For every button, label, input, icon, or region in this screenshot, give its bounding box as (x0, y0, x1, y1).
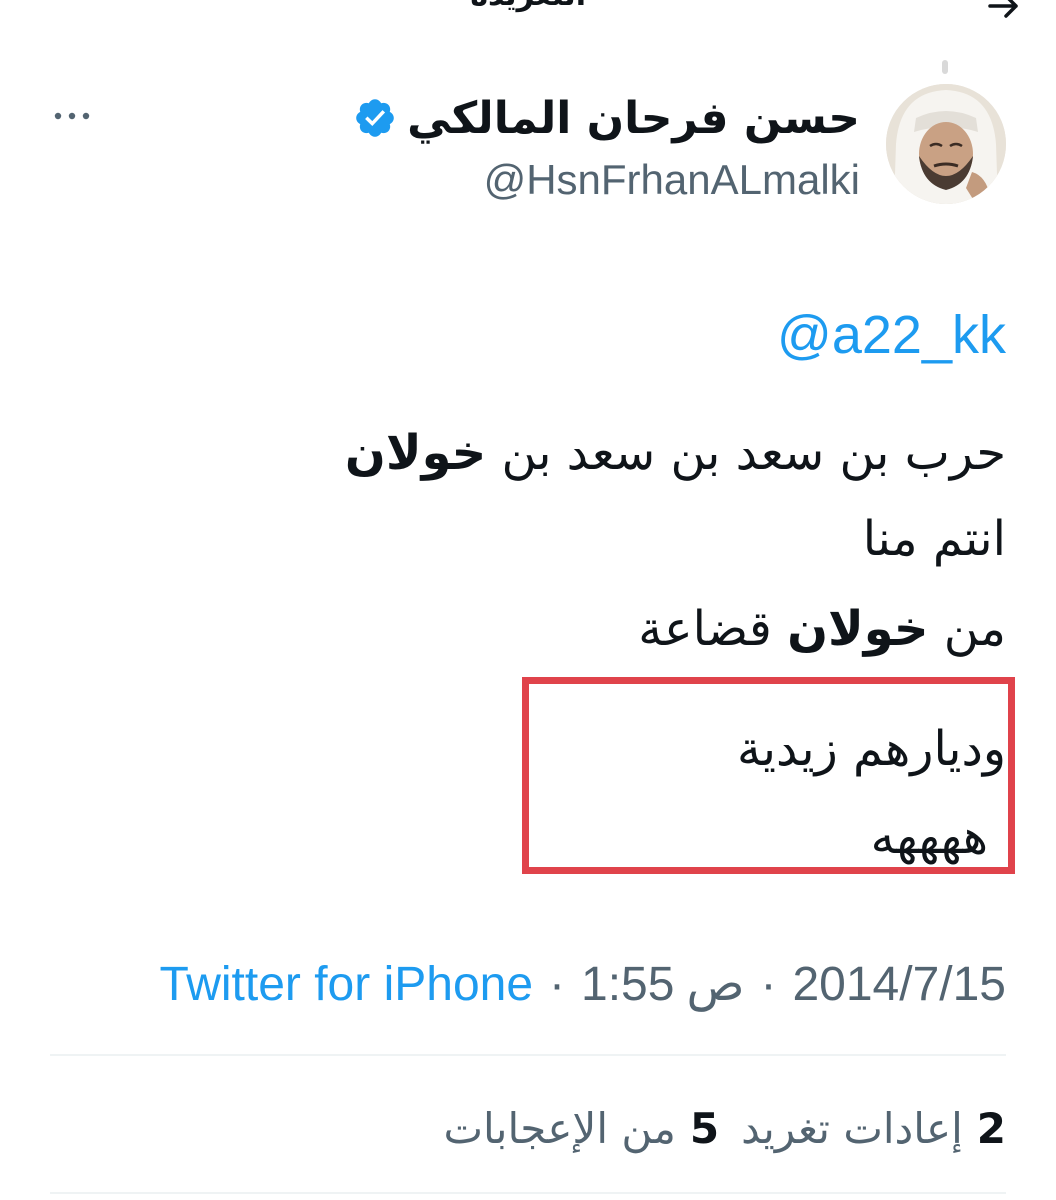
tweet-time[interactable]: 1:55 (581, 957, 674, 1012)
divider (50, 1192, 1006, 1194)
tweet-text-segment: من (928, 601, 1006, 657)
tweet-source-link[interactable]: Twitter for iPhone (160, 957, 534, 1012)
avatar[interactable] (886, 84, 1006, 204)
tweet-text-segment: حرب بن سعد بن سعد بن (486, 425, 1006, 481)
tweet-text-line-3: من خولان قضاعة (638, 598, 1006, 660)
tweet-metadata: 2014/7/15 · ص 1:55 · Twitter for iPhone (160, 952, 1006, 1016)
tweet-date[interactable]: 2014/7/15 (792, 957, 1006, 1012)
tweet-text-bold: خولان (787, 601, 929, 657)
avatar-image (886, 84, 1006, 204)
tweet-text-segment: قضاعة (638, 601, 788, 657)
retweets-count[interactable]: 2 (977, 1104, 1006, 1153)
tweet-ampm[interactable]: ص (686, 956, 744, 1012)
tweet-stats: 2 إعادات تغريد 5 من الإعجابات (443, 1096, 1006, 1160)
tweet-text-bold: خولان (344, 425, 487, 481)
likes-label[interactable]: من الإعجابات (443, 1104, 675, 1153)
more-horizontal-icon[interactable] (50, 96, 94, 136)
arrow-right-icon[interactable] (984, 0, 1024, 26)
top-bar: التغريدة (0, 0, 1056, 34)
tweet-text-line-1: حرب بن سعد بن سعد بن خولان (345, 422, 1006, 484)
meta-separator: · (549, 957, 566, 1011)
verified-badge-icon (356, 99, 394, 137)
retweets-label[interactable]: إعادات تغريد (741, 1104, 963, 1153)
page-title: التغريدة (470, 0, 586, 13)
author-display-name[interactable]: حسن فرحان المالكي (407, 93, 860, 144)
tweet-text-line-2: انتم منا (862, 511, 1006, 567)
divider (50, 1054, 1006, 1056)
mention-link[interactable]: @a22_kk (777, 304, 1006, 366)
author-name-row[interactable]: حسن فرحان المالكي (353, 88, 860, 148)
highlight-annotation-box (522, 677, 1015, 874)
author-handle[interactable]: @HsnFrhanALmalki (484, 156, 860, 204)
scroll-indicator (942, 60, 948, 74)
meta-separator: · (760, 957, 777, 1011)
likes-count[interactable]: 5 (690, 1104, 719, 1153)
